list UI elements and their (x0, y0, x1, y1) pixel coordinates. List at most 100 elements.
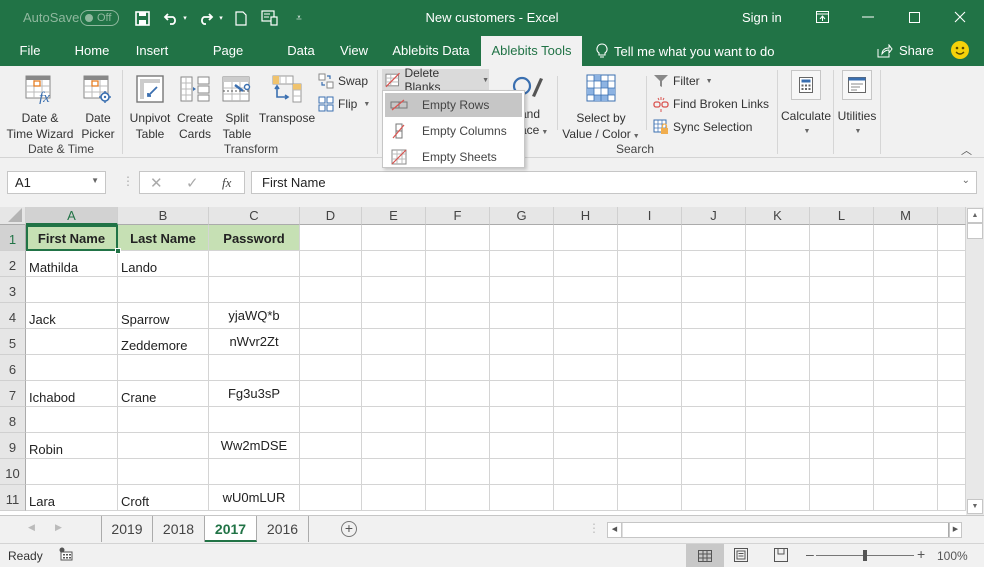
expand-formula-bar-icon[interactable]: ⌄ (962, 175, 970, 186)
column-header-c[interactable]: C (209, 207, 300, 225)
autosave-toggle[interactable]: Off (80, 10, 119, 26)
cell-k6[interactable] (746, 355, 810, 381)
cell-g5[interactable] (490, 329, 554, 355)
cell-b2[interactable]: Lando (118, 251, 209, 277)
cell-i5[interactable] (618, 329, 682, 355)
cell-d5[interactable] (300, 329, 362, 355)
tab-ablebits-tools[interactable]: Ablebits Tools (481, 36, 582, 66)
name-box[interactable]: A1 ▼ (7, 171, 106, 194)
cell-b1[interactable]: Last Name (118, 225, 209, 251)
cell-l6[interactable] (810, 355, 874, 381)
collapse-ribbon-icon[interactable]: ︿ (961, 142, 972, 158)
touch-mode-icon[interactable] (260, 8, 280, 28)
sheet-tab-2019[interactable]: 2019 (102, 516, 153, 542)
cell-h4[interactable] (554, 303, 618, 329)
cell-b6[interactable] (118, 355, 209, 381)
cell-c5[interactable]: nWvr2Zt (209, 329, 300, 355)
delete-blanks-button[interactable]: Delete Blanks ▼ (382, 66, 489, 94)
cell-e2[interactable] (362, 251, 426, 277)
cell-f4[interactable] (426, 303, 490, 329)
column-header-a[interactable]: A (26, 207, 118, 225)
cell-c9[interactable]: Ww2mDSE (209, 433, 300, 459)
cell-b3[interactable] (118, 277, 209, 303)
menu-item-empty-sheets[interactable]: Empty Sheets (385, 145, 522, 169)
cell-i3[interactable] (618, 277, 682, 303)
cell-b11[interactable]: Croft (118, 485, 209, 511)
cell-k4[interactable] (746, 303, 810, 329)
cell-k10[interactable] (746, 459, 810, 485)
flip-button[interactable]: Flip ▼ (318, 94, 370, 114)
cell-l1[interactable] (810, 225, 874, 251)
cell-m10[interactable] (874, 459, 938, 485)
scroll-up-icon[interactable]: ▲ (967, 208, 983, 223)
cell-a7[interactable]: Ichabod (26, 381, 118, 407)
cell-e5[interactable] (362, 329, 426, 355)
tab-page-layout[interactable]: Page Layout (192, 36, 264, 88)
cell-l11[interactable] (810, 485, 874, 511)
sign-in-link[interactable]: Sign in (742, 10, 782, 25)
find-broken-links-button[interactable]: Find Broken Links (653, 94, 769, 114)
cell-h7[interactable] (554, 381, 618, 407)
cell-e11[interactable] (362, 485, 426, 511)
cell-g9[interactable] (490, 433, 554, 459)
zoom-slider-thumb[interactable] (863, 550, 867, 561)
cell-d2[interactable] (300, 251, 362, 277)
cell-m6[interactable] (874, 355, 938, 381)
row-header-5[interactable]: 5 (0, 329, 26, 355)
cell-e6[interactable] (362, 355, 426, 381)
cell-i4[interactable] (618, 303, 682, 329)
cell-b7[interactable]: Crane (118, 381, 209, 407)
cell-i9[interactable] (618, 433, 682, 459)
cell-h11[interactable] (554, 485, 618, 511)
cell-g7[interactable] (490, 381, 554, 407)
row-header-11[interactable]: 11 (0, 485, 26, 511)
column-header-d[interactable]: D (300, 207, 362, 225)
cell-m1[interactable] (874, 225, 938, 251)
select-by-value-button[interactable]: Select by Value / Color ▼ (560, 74, 642, 145)
swap-button[interactable]: Swap (318, 71, 370, 91)
cell-l2[interactable] (810, 251, 874, 277)
macro-recording-icon[interactable] (59, 547, 73, 564)
split-table-button[interactable]: Split Table (217, 74, 257, 142)
formula-bar-splitter[interactable]: ⋮ (122, 174, 134, 188)
cell-k5[interactable] (746, 329, 810, 355)
cell-g2[interactable] (490, 251, 554, 277)
tell-me-search[interactable]: Tell me what you want to do (596, 43, 774, 59)
cell-l8[interactable] (810, 407, 874, 433)
date-picker-button[interactable]: Date Picker (78, 74, 118, 142)
cancel-entry-icon[interactable]: ✕ (150, 174, 163, 192)
cell-b8[interactable] (118, 407, 209, 433)
cell-k7[interactable] (746, 381, 810, 407)
vertical-scroll-thumb[interactable] (967, 223, 983, 239)
cell-l4[interactable] (810, 303, 874, 329)
select-all-corner[interactable] (0, 207, 26, 225)
minimize-icon[interactable] (848, 4, 888, 30)
cell-g8[interactable] (490, 407, 554, 433)
horizontal-scroll-thumb[interactable] (623, 523, 949, 537)
cell-j11[interactable] (682, 485, 746, 511)
cell-h2[interactable] (554, 251, 618, 277)
utilities-button[interactable]: Utilities ▼ (834, 70, 880, 140)
column-header-e[interactable]: E (362, 207, 426, 225)
cell-j8[interactable] (682, 407, 746, 433)
cell-b5[interactable]: Zeddemore (118, 329, 209, 355)
sheet-tab-2017[interactable]: 2017 (205, 516, 257, 542)
column-header-b[interactable]: B (118, 207, 209, 225)
cell-e9[interactable] (362, 433, 426, 459)
row-header-1[interactable]: 1 (0, 225, 26, 251)
close-icon[interactable] (940, 4, 980, 30)
scroll-left-icon[interactable]: ◀ (608, 523, 622, 537)
cell-d11[interactable] (300, 485, 362, 511)
confirm-entry-icon[interactable]: ✓ (186, 174, 199, 192)
cell-h5[interactable] (554, 329, 618, 355)
unpivot-table-button[interactable]: Unpivot Table (126, 74, 174, 142)
cell-h10[interactable] (554, 459, 618, 485)
zoom-in-button[interactable]: + (917, 546, 925, 562)
cell-a1[interactable]: First Name (26, 225, 118, 251)
maximize-icon[interactable] (894, 4, 934, 30)
cell-c3[interactable] (209, 277, 300, 303)
cell-d4[interactable] (300, 303, 362, 329)
cell-i6[interactable] (618, 355, 682, 381)
undo-icon[interactable] (162, 8, 180, 28)
calculate-button[interactable]: Calculate ▼ (780, 70, 832, 140)
